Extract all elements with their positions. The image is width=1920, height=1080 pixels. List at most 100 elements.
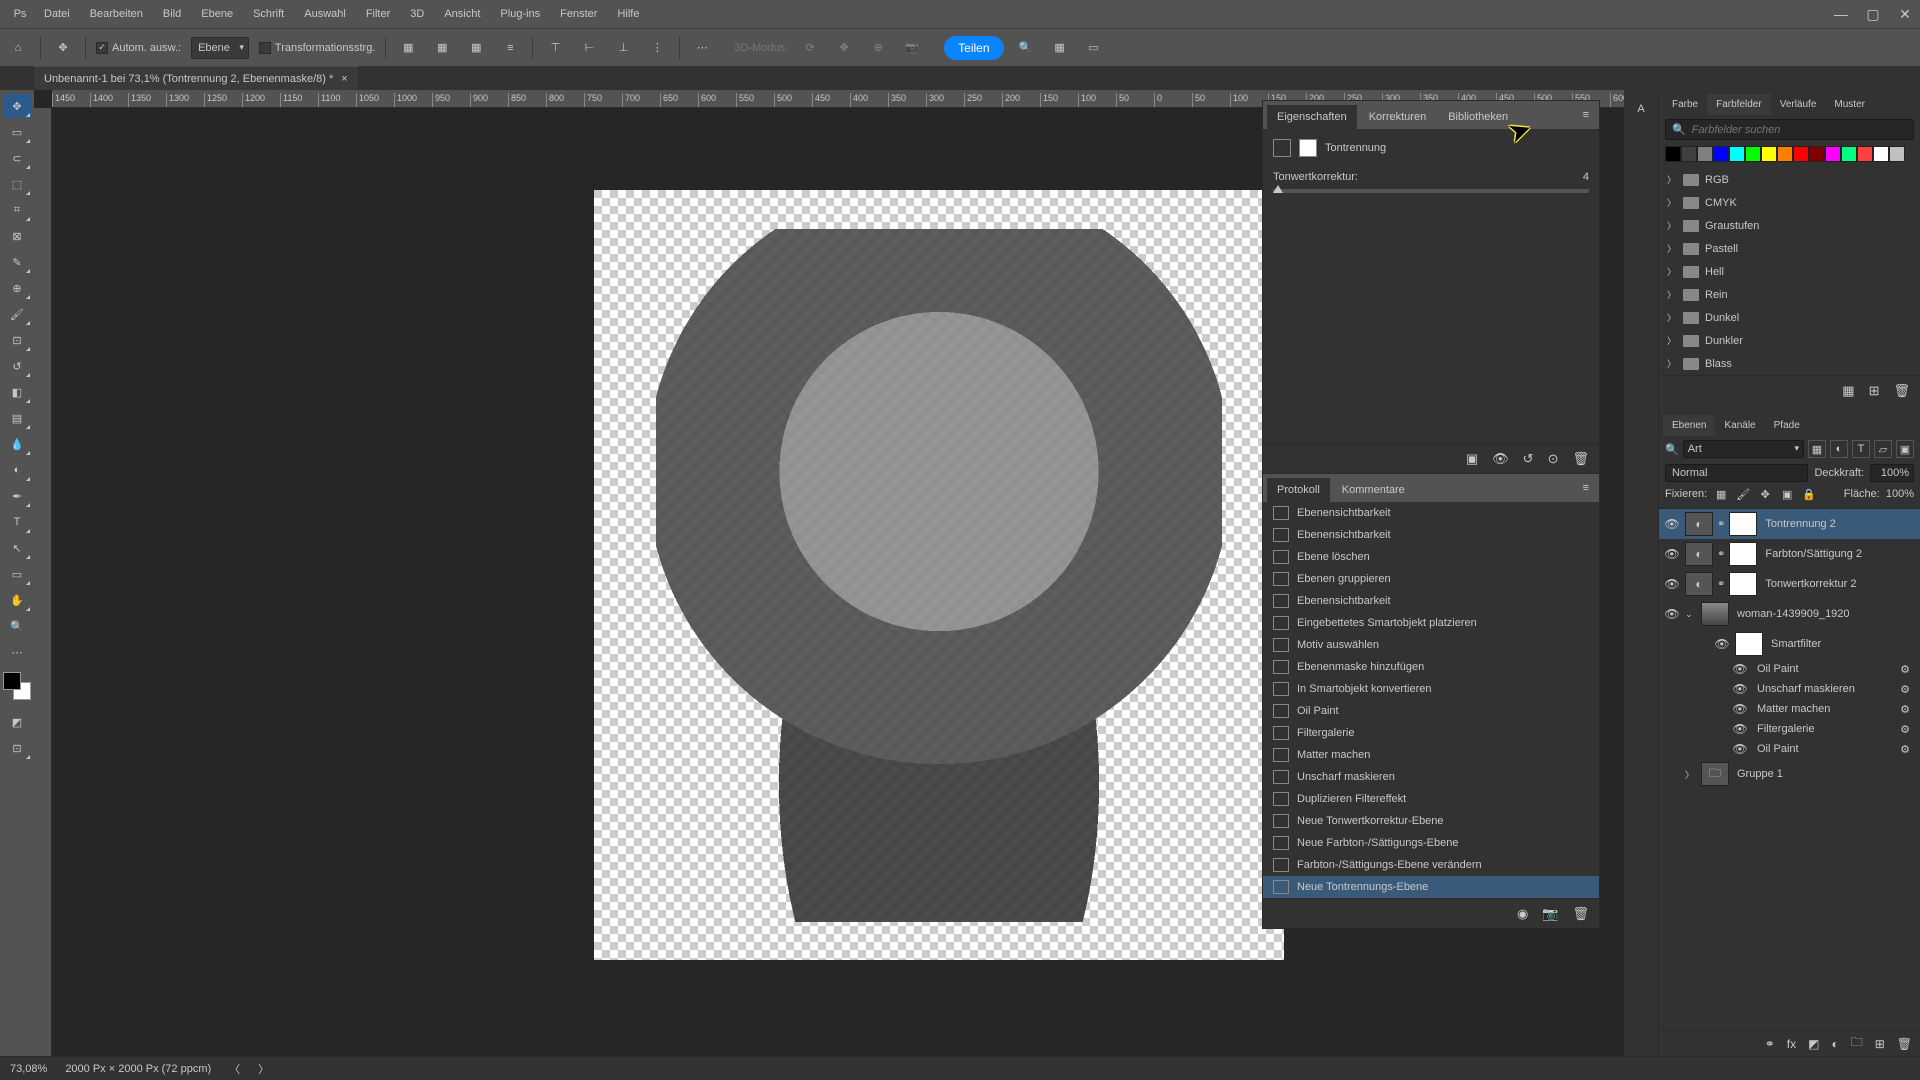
history-item[interactable]: Ebenensichtbarkeit xyxy=(1263,502,1599,524)
swatch[interactable] xyxy=(1857,146,1873,162)
align-right-icon[interactable]: ▦ xyxy=(464,36,488,60)
artboard[interactable] xyxy=(594,190,1284,960)
tab-farbfelder[interactable]: Farbfelder xyxy=(1707,94,1771,115)
layer-row[interactable]: 👁◐⚭Tontrennung 2 xyxy=(1659,509,1920,539)
swatch[interactable] xyxy=(1777,146,1793,162)
swatch-search[interactable]: 🔍 xyxy=(1665,119,1914,140)
dodge-tool[interactable]: ◐ xyxy=(3,458,31,482)
history-item[interactable]: Duplizieren Filtereffekt xyxy=(1263,788,1599,810)
lasso-tool[interactable]: ⊂ xyxy=(3,146,31,170)
minimize-icon[interactable]: — xyxy=(1834,6,1848,23)
history-item[interactable]: Neue Tonwertkorrektur-Ebene xyxy=(1263,810,1599,832)
swatch-new-icon[interactable]: ⊞ xyxy=(1869,383,1880,399)
swatch[interactable] xyxy=(1761,146,1777,162)
align-center-icon[interactable]: ▦ xyxy=(430,36,454,60)
layer-row[interactable]: 👁Oil Paint⚙ xyxy=(1659,739,1920,759)
menu-ansicht[interactable]: Ansicht xyxy=(434,4,490,24)
transform-controls-checkbox[interactable]: Transformationsstrg. xyxy=(259,42,375,54)
auto-select-checkbox[interactable]: ✓Autom. ausw.: xyxy=(96,42,181,54)
swatch-delete-icon[interactable]: 🗑 xyxy=(1893,383,1910,399)
history-item[interactable]: Neue Tontrennungs-Ebene xyxy=(1263,876,1599,898)
swatch[interactable] xyxy=(1665,146,1681,162)
align-options-icon[interactable]: ⋮ xyxy=(645,36,669,60)
layer-row[interactable]: 👁Filtergalerie⚙ xyxy=(1659,719,1920,739)
workspace-icon[interactable]: ▦ xyxy=(1048,36,1072,60)
selection-tool[interactable]: ⬚ xyxy=(3,172,31,196)
tab-eigenschaften[interactable]: Eigenschaften xyxy=(1267,105,1357,129)
opacity-value[interactable]: 100% xyxy=(1870,464,1914,482)
stamp-tool[interactable]: ⊡ xyxy=(3,328,31,352)
menu-3d[interactable]: 3D xyxy=(400,4,434,24)
tab-verlaufe[interactable]: Verläufe xyxy=(1771,94,1826,115)
history-item[interactable]: Matter machen xyxy=(1263,744,1599,766)
menu-bild[interactable]: Bild xyxy=(153,4,191,24)
distribute-icon[interactable]: ≡ xyxy=(498,36,522,60)
document-tab[interactable]: Unbenannt-1 bei 73,1% (Tontrennung 2, Eb… xyxy=(34,66,358,90)
more-options-icon[interactable]: ⋯ xyxy=(690,36,714,60)
tab-pfade[interactable]: Pfade xyxy=(1765,415,1809,436)
levels-value[interactable]: 4 xyxy=(1583,171,1589,183)
swatch[interactable] xyxy=(1889,146,1905,162)
menu-plug-ins[interactable]: Plug-ins xyxy=(490,4,550,24)
panel-menu-icon[interactable]: ≡ xyxy=(1577,105,1595,129)
layer-row[interactable]: 👁⌄woman-1439909_1920 xyxy=(1659,599,1920,629)
tab-protokoll[interactable]: Protokoll xyxy=(1267,478,1330,502)
status-nav-right-icon[interactable]: 〉 xyxy=(258,1061,269,1077)
eyedropper-tool[interactable]: ✎ xyxy=(3,250,31,274)
menu-hilfe[interactable]: Hilfe xyxy=(607,4,649,24)
new-layer-icon[interactable]: ⊞ xyxy=(1875,1037,1885,1051)
swatch[interactable] xyxy=(1697,146,1713,162)
swatch[interactable] xyxy=(1713,146,1729,162)
history-item[interactable]: Ebenensichtbarkeit xyxy=(1263,524,1599,546)
swatch[interactable] xyxy=(1681,146,1697,162)
auto-select-dropdown[interactable]: Ebene xyxy=(191,37,249,59)
layer-row[interactable]: 👁Oil Paint⚙ xyxy=(1659,659,1920,679)
history-item[interactable]: Motiv auswählen xyxy=(1263,634,1599,656)
menu-datei[interactable]: Datei xyxy=(34,4,80,24)
heal-tool[interactable]: ⊕ xyxy=(3,276,31,300)
new-adjustment-icon[interactable]: ◐ xyxy=(1831,1037,1838,1051)
reset-icon[interactable]: ↺ xyxy=(1523,451,1534,467)
new-snapshot-icon[interactable]: 📷 xyxy=(1542,906,1558,922)
move-tool-icon[interactable]: ✥ xyxy=(51,36,75,60)
pen-tool[interactable]: ✒ xyxy=(3,484,31,508)
history-item[interactable]: Oil Paint xyxy=(1263,700,1599,722)
layer-row[interactable]: 👁◐⚭Farbton/Sättigung 2 xyxy=(1659,539,1920,569)
filter-adjust-icon[interactable]: ◐ xyxy=(1830,440,1848,458)
swatch-group[interactable]: 〉Dunkel xyxy=(1663,306,1916,329)
tab-close-icon[interactable]: × xyxy=(341,73,347,85)
path-tool[interactable]: ↖ xyxy=(3,536,31,560)
history-brush-tool[interactable]: ↺ xyxy=(3,354,31,378)
delete-state-icon[interactable]: 🗑 xyxy=(1572,906,1589,922)
lock-paint-icon[interactable]: 🖌 xyxy=(1735,486,1751,502)
history-item[interactable]: In Smartobjekt konvertieren xyxy=(1263,678,1599,700)
swatch[interactable] xyxy=(1873,146,1889,162)
hand-tool[interactable]: ✋ xyxy=(3,588,31,612)
swatch[interactable] xyxy=(1841,146,1857,162)
close-icon[interactable]: ✕ xyxy=(1898,6,1912,23)
delete-layer-icon[interactable]: 🗑 xyxy=(1897,1037,1912,1051)
swatch-group[interactable]: 〉Blass xyxy=(1663,352,1916,375)
tab-farbe[interactable]: Farbe xyxy=(1663,94,1707,115)
align-top-icon[interactable]: ⊤ xyxy=(543,36,567,60)
swatch[interactable] xyxy=(1825,146,1841,162)
swatch-group[interactable]: 〉Graustufen xyxy=(1663,214,1916,237)
menu-auswahl[interactable]: Auswahl xyxy=(294,4,356,24)
maximize-icon[interactable]: ▢ xyxy=(1866,6,1880,23)
zoom-level[interactable]: 73,08% xyxy=(10,1063,47,1075)
history-item[interactable]: Ebenensichtbarkeit xyxy=(1263,590,1599,612)
brush-tool[interactable]: 🖌 xyxy=(3,302,31,326)
edit-toolbar[interactable]: ⋯ xyxy=(3,640,31,664)
shape-tool[interactable]: ▭ xyxy=(3,562,31,586)
levels-slider[interactable] xyxy=(1273,189,1589,193)
swatch-group[interactable]: 〉RGB xyxy=(1663,168,1916,191)
frame-tool[interactable]: ⊠ xyxy=(3,224,31,248)
eraser-tool[interactable]: ◧ xyxy=(3,380,31,404)
toggle-visibility-icon[interactable]: ⊙ xyxy=(1548,451,1559,467)
swatch-preset-icon[interactable]: ▦ xyxy=(1842,383,1854,399)
layer-row[interactable]: 〉🗀Gruppe 1 xyxy=(1659,759,1920,789)
history-item[interactable]: Filtergalerie xyxy=(1263,722,1599,744)
history-item[interactable]: Farbton-/Sättigungs-Ebene verändern xyxy=(1263,854,1599,876)
swatch-group[interactable]: 〉Pastell xyxy=(1663,237,1916,260)
doc-dimensions[interactable]: 2000 Px × 2000 Px (72 ppcm) xyxy=(65,1063,211,1075)
